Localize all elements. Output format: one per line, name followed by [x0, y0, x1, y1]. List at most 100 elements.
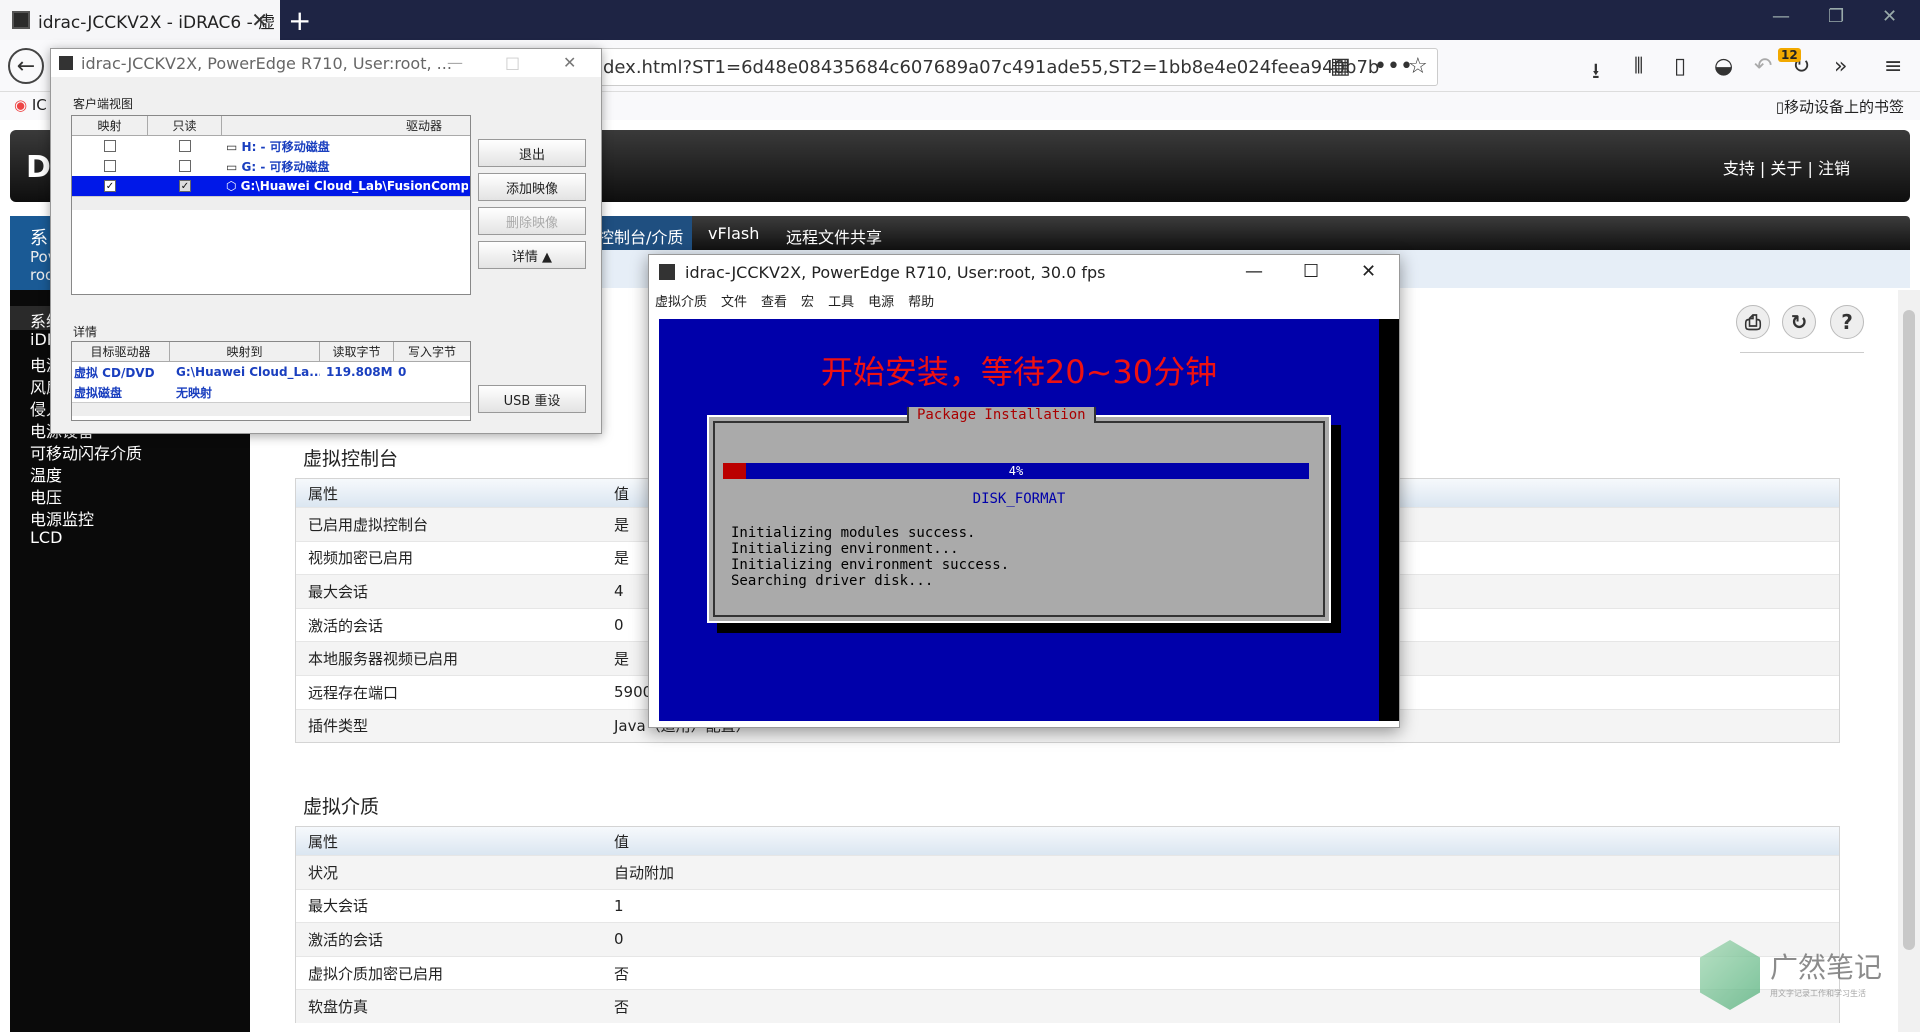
close-icon[interactable]: ✕	[1361, 261, 1376, 282]
menu-file[interactable]: 文件	[721, 291, 747, 310]
minimize-icon[interactable]: —	[1245, 261, 1263, 282]
horizontal-scrollbar[interactable]	[72, 196, 470, 210]
sidebar-icon[interactable]: ▯	[1674, 54, 1686, 79]
package-installation-box: Package Installation 4% DISK_FORMAT Init…	[707, 407, 1331, 623]
logout-link[interactable]: 注销	[1818, 159, 1850, 178]
idrac-favicon-icon	[59, 56, 73, 70]
idrac-favicon-icon	[659, 264, 675, 280]
table-row: 激活的会话 0	[296, 922, 1839, 956]
menu-help[interactable]: 帮助	[908, 291, 934, 310]
remove-image-button[interactable]: 删除映像	[478, 207, 586, 235]
maximize-icon[interactable]: ☐	[1303, 261, 1319, 282]
library-icon[interactable]: ⫴	[1634, 54, 1643, 79]
dialog-titlebar[interactable]: idrac-JCCKV2X, PowerEdge R710, User:root…	[51, 49, 601, 77]
divider	[1740, 352, 1864, 353]
qr-code-icon[interactable]: ▦	[1330, 54, 1351, 79]
minimize-icon[interactable]: —	[447, 53, 463, 72]
nav-item-flash-media[interactable]: 可移动闪存介质	[30, 440, 142, 464]
new-tab-icon[interactable]: +	[288, 4, 311, 37]
refresh-icon[interactable]: ↻	[1782, 305, 1816, 339]
install-banner: 开始安装，等待20~30分钟	[820, 353, 1218, 391]
menu-power[interactable]: 电源	[868, 291, 894, 310]
menu-macro[interactable]: 宏	[801, 291, 814, 310]
nav-item-temperature[interactable]: 温度	[30, 462, 62, 486]
menu-icon[interactable]: ≡	[1884, 54, 1902, 79]
menu-virtual-media[interactable]: 虚拟介质	[655, 291, 707, 310]
drive-row[interactable]: ▭ H: - 可移动磁盘	[72, 136, 470, 156]
help-icon[interactable]: ?	[1830, 305, 1864, 339]
menu-tools[interactable]: 工具	[828, 291, 854, 310]
url-bar[interactable]: dex.html?ST1=6d48e08435684c607689a07c491…	[594, 48, 1438, 86]
cube-logo-icon	[1700, 940, 1760, 1010]
close-tab-icon[interactable]: ✕	[251, 8, 268, 32]
dell-logo-icon: D	[26, 150, 51, 185]
kvm-title: idrac-JCCKV2X, PowerEdge R710, User:root…	[685, 262, 1106, 282]
details-label: 详情	[73, 325, 98, 339]
drive-icon: ▭	[226, 159, 238, 174]
add-image-button[interactable]: 添加映像	[478, 173, 586, 201]
detail-row: 虚拟磁盘 无映射	[74, 385, 213, 400]
exit-button[interactable]: 退出	[478, 139, 586, 167]
nav-item-lcd[interactable]: LCD	[30, 528, 62, 547]
table-row: 虚拟介质加密已启用否	[296, 955, 1839, 990]
table-row: 软盘仿真否	[296, 989, 1839, 1023]
support-link[interactable]: 支持	[1723, 159, 1755, 178]
idrac-favicon-icon	[12, 11, 30, 29]
close-window-icon[interactable]: ✕	[1882, 6, 1897, 27]
print-icon[interactable]: ⎙	[1736, 305, 1770, 339]
watermark-title: 广然笔记	[1770, 951, 1883, 984]
table-row: 最大会话 1	[296, 888, 1839, 923]
drive-row-selected[interactable]: ✓ ✓ ⬡ G:\Huawei Cloud_Lab\FusionCompute\…	[72, 176, 470, 196]
readonly-checkbox[interactable]	[179, 140, 191, 152]
virtual-media-table: 属性值 状况 自动附加 最大会话 1 激活的会话 0 虚拟介质加密已启用否 软盘仿真否	[295, 826, 1840, 1023]
bookmark-star-icon[interactable]: ☆	[1408, 54, 1428, 79]
tab-console[interactable]: 控制台/介质	[598, 224, 683, 248]
overflow-icon[interactable]: »	[1834, 54, 1847, 79]
tab-vflash[interactable]: vFlash	[708, 224, 759, 243]
map-checkbox-checked[interactable]: ✓	[104, 180, 116, 192]
dialog-title: idrac-JCCKV2X, PowerEdge R710, User:root…	[81, 53, 452, 73]
readonly-checkbox[interactable]	[179, 160, 191, 172]
download-icon[interactable]: ⭳	[1592, 54, 1600, 92]
mobile-bookmarks[interactable]: ▯移动设备上的书签	[1776, 96, 1904, 117]
menu-view[interactable]: 查看	[761, 291, 787, 310]
undo-icon[interactable]: ↶	[1754, 54, 1772, 79]
close-icon[interactable]: ✕	[563, 53, 576, 72]
browser-tab[interactable]: idrac-JCCKV2X - iDRAC6 - 虚 ✕	[0, 0, 280, 40]
watermark: 广然笔记 用文字记录工作和学习生活	[1700, 940, 1910, 1020]
nav-item-voltage[interactable]: 电压	[30, 484, 62, 508]
page-scrollbar[interactable]	[1898, 290, 1920, 1032]
restore-window-icon[interactable]: ❐	[1828, 6, 1844, 27]
extension-icon[interactable]: ◒	[1714, 54, 1733, 79]
maximize-icon[interactable]: □	[505, 53, 520, 72]
chrome-icon: ◉	[14, 96, 28, 114]
package-title: Package Installation	[907, 407, 1096, 423]
drive-row[interactable]: ▭ G: - 可移动磁盘	[72, 156, 470, 176]
kvm-screen[interactable]: 开始安装，等待20~30分钟 Package Installation 4% D…	[659, 319, 1379, 721]
map-checkbox[interactable]	[104, 160, 116, 172]
progress-label: 4%	[1008, 464, 1024, 478]
phone-icon: ▯	[1775, 98, 1784, 116]
minimize-window-icon[interactable]: —	[1772, 6, 1790, 27]
watermark-sub: 用文字记录工作和学习生活	[1770, 989, 1866, 998]
tab-title: idrac-JCCKV2X - iDRAC6 - 虚	[38, 12, 276, 33]
virtual-console-title: 虚拟控制台	[303, 448, 399, 470]
about-link[interactable]: 关于	[1770, 159, 1802, 178]
kvm-window: idrac-JCCKV2X, PowerEdge R710, User:root…	[648, 254, 1400, 728]
readonly-checkbox-checked[interactable]: ✓	[179, 180, 191, 192]
kvm-titlebar[interactable]: idrac-JCCKV2X, PowerEdge R710, User:root…	[649, 255, 1399, 289]
details-button[interactable]: 详情 ▲	[478, 241, 586, 269]
details-grid: 目标驱动器 映射到 读取字节 写入字节 虚拟 CD/DVD G:\Huawei …	[71, 341, 471, 421]
usb-reset-button[interactable]: USB 重设	[478, 385, 586, 413]
detail-row: 虚拟 CD/DVD G:\Huawei Cloud_La... 119.808M…	[74, 365, 407, 380]
map-checkbox[interactable]	[104, 140, 116, 152]
back-arrow-icon[interactable]: ←	[8, 48, 44, 84]
nav-item-power-monitor[interactable]: 电源监控	[30, 506, 94, 530]
url-text: dex.html?ST1=6d48e08435684c607689a07c491…	[603, 56, 1380, 78]
bookmark-item[interactable]: ◉ IC	[14, 96, 47, 114]
horizontal-scrollbar[interactable]	[72, 402, 470, 416]
tab-remote-share[interactable]: 远程文件共享	[786, 224, 882, 248]
install-progress-bar: 4%	[723, 463, 1309, 479]
drive-icon: ▭	[226, 139, 238, 154]
scrollbar-thumb[interactable]	[1903, 310, 1915, 950]
